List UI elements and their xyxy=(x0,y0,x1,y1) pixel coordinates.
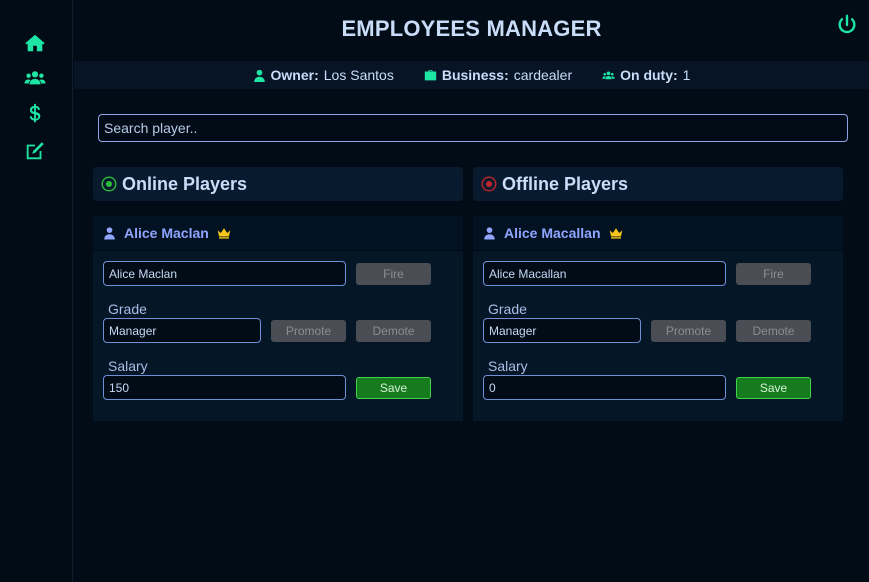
business-label: Business: xyxy=(441,67,509,83)
offline-player-name: Alice Macallan xyxy=(504,225,601,241)
online-players-header: Online Players xyxy=(93,167,463,201)
online-promote-button[interactable]: Promote xyxy=(271,320,346,342)
online-grade-label: Grade xyxy=(108,301,147,317)
offline-players-header: Offline Players xyxy=(473,167,843,201)
briefcase-icon xyxy=(424,69,437,80)
offline-salary-field[interactable] xyxy=(483,375,726,400)
online-salary-label: Salary xyxy=(108,358,148,374)
page-title: EMPLOYEES MANAGER xyxy=(341,16,602,41)
online-fire-button[interactable]: Fire xyxy=(356,263,431,285)
online-demote-button[interactable]: Demote xyxy=(356,320,431,342)
sidebar xyxy=(0,0,73,582)
offline-name-field[interactable] xyxy=(483,261,726,286)
user-icon xyxy=(104,227,115,240)
onduty-label: On duty: xyxy=(620,67,678,83)
home-icon[interactable] xyxy=(23,31,47,55)
offline-grade-field[interactable] xyxy=(483,318,641,343)
onduty-value: 1 xyxy=(682,67,691,83)
online-player-row[interactable]: Alice Maclan xyxy=(93,216,463,250)
owner-label: Owner: xyxy=(270,67,319,83)
business-info: Business: cardealer xyxy=(424,67,572,83)
offline-demote-button[interactable]: Demote xyxy=(736,320,811,342)
online-player-name: Alice Maclan xyxy=(124,225,209,241)
user-icon xyxy=(484,227,495,240)
owner-value: Los Santos xyxy=(323,67,394,83)
power-icon[interactable] xyxy=(836,14,858,36)
business-value: cardealer xyxy=(513,67,573,83)
online-players-title: Online Players xyxy=(122,173,248,194)
edit-icon[interactable] xyxy=(23,139,47,163)
online-save-button[interactable]: Save xyxy=(356,377,431,399)
offline-save-button[interactable]: Save xyxy=(736,377,811,399)
owner-info: Owner: Los Santos xyxy=(253,67,394,83)
offline-status-icon xyxy=(481,176,497,192)
dollar-icon[interactable] xyxy=(23,102,47,126)
online-name-field[interactable] xyxy=(103,261,346,286)
info-bar: Owner: Los Santos Business: cardealer On… xyxy=(74,61,869,89)
users-icon xyxy=(602,70,615,79)
onduty-info: On duty: 1 xyxy=(602,67,690,83)
offline-player-row[interactable]: Alice Macallan xyxy=(473,216,843,250)
online-player-card: Fire Grade Promote Demote Salary Save xyxy=(93,251,463,421)
offline-promote-button[interactable]: Promote xyxy=(651,320,726,342)
online-status-icon xyxy=(101,176,117,192)
offline-salary-label: Salary xyxy=(488,358,528,374)
offline-fire-button[interactable]: Fire xyxy=(736,263,811,285)
search-input[interactable] xyxy=(98,114,848,142)
offline-player-card: Fire Grade Promote Demote Salary Save xyxy=(473,251,843,421)
offline-grade-label: Grade xyxy=(488,301,527,317)
online-grade-field[interactable] xyxy=(103,318,261,343)
offline-players-title: Offline Players xyxy=(502,173,629,194)
online-salary-field[interactable] xyxy=(103,375,346,400)
users-icon[interactable] xyxy=(23,66,47,90)
crown-icon xyxy=(217,228,231,239)
user-icon xyxy=(253,69,265,82)
crown-icon xyxy=(609,228,622,239)
